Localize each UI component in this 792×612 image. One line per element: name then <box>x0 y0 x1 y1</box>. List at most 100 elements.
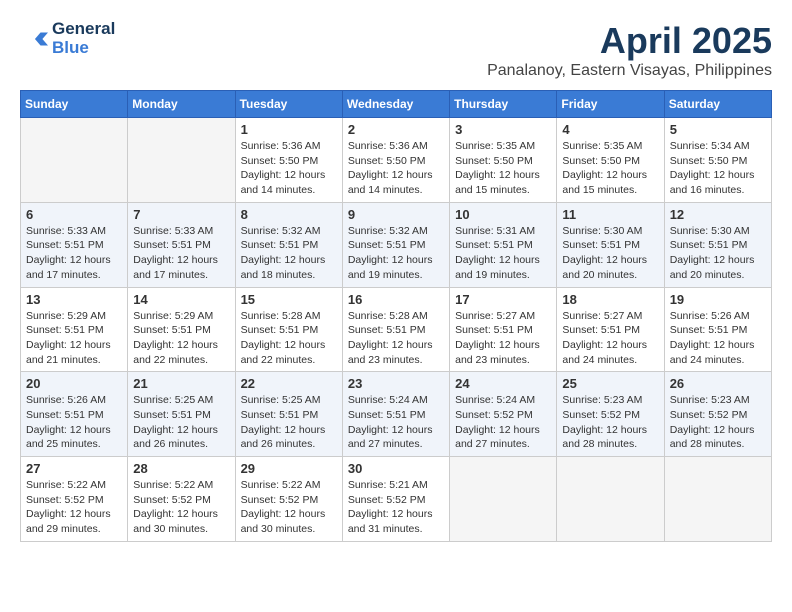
day-number: 26 <box>670 376 766 391</box>
day-info: Sunrise: 5:26 AM Sunset: 5:51 PM Dayligh… <box>670 309 766 368</box>
logo-text-blue: Blue <box>52 39 115 58</box>
calendar-cell: 15 Sunrise: 5:28 AM Sunset: 5:51 PM Dayli… <box>235 287 342 372</box>
calendar-cell: 11 Sunrise: 5:30 AM Sunset: 5:51 PM Dayli… <box>557 202 664 287</box>
day-info: Sunrise: 5:26 AM Sunset: 5:51 PM Dayligh… <box>26 393 122 452</box>
day-info: Sunrise: 5:32 AM Sunset: 5:51 PM Dayligh… <box>241 224 337 283</box>
day-number: 27 <box>26 461 122 476</box>
day-number: 6 <box>26 207 122 222</box>
day-info: Sunrise: 5:36 AM Sunset: 5:50 PM Dayligh… <box>348 139 444 198</box>
calendar-cell <box>450 457 557 542</box>
calendar-cell: 5 Sunrise: 5:34 AM Sunset: 5:50 PM Daylig… <box>664 118 771 203</box>
calendar-cell <box>128 118 235 203</box>
day-number: 1 <box>241 122 337 137</box>
calendar-cell: 3 Sunrise: 5:35 AM Sunset: 5:50 PM Daylig… <box>450 118 557 203</box>
day-info: Sunrise: 5:25 AM Sunset: 5:51 PM Dayligh… <box>133 393 229 452</box>
day-number: 10 <box>455 207 551 222</box>
calendar-cell: 28 Sunrise: 5:22 AM Sunset: 5:52 PM Dayli… <box>128 457 235 542</box>
calendar-cell: 25 Sunrise: 5:23 AM Sunset: 5:52 PM Dayli… <box>557 372 664 457</box>
logo-text-general: General <box>52 20 115 39</box>
day-number: 25 <box>562 376 658 391</box>
day-info: Sunrise: 5:28 AM Sunset: 5:51 PM Dayligh… <box>241 309 337 368</box>
day-info: Sunrise: 5:27 AM Sunset: 5:51 PM Dayligh… <box>455 309 551 368</box>
day-info: Sunrise: 5:33 AM Sunset: 5:51 PM Dayligh… <box>26 224 122 283</box>
calendar-week-row: 13 Sunrise: 5:29 AM Sunset: 5:51 PM Dayli… <box>21 287 772 372</box>
day-info: Sunrise: 5:22 AM Sunset: 5:52 PM Dayligh… <box>241 478 337 537</box>
day-number: 7 <box>133 207 229 222</box>
day-number: 18 <box>562 292 658 307</box>
day-info: Sunrise: 5:29 AM Sunset: 5:51 PM Dayligh… <box>26 309 122 368</box>
page-header: General Blue April 2025 Panalanoy, Easte… <box>20 20 772 80</box>
calendar-cell: 30 Sunrise: 5:21 AM Sunset: 5:52 PM Dayli… <box>342 457 449 542</box>
day-info: Sunrise: 5:27 AM Sunset: 5:51 PM Dayligh… <box>562 309 658 368</box>
day-number: 19 <box>670 292 766 307</box>
month-title: April 2025 <box>487 20 772 62</box>
calendar-week-row: 27 Sunrise: 5:22 AM Sunset: 5:52 PM Dayli… <box>21 457 772 542</box>
calendar-cell: 24 Sunrise: 5:24 AM Sunset: 5:52 PM Dayli… <box>450 372 557 457</box>
day-number: 2 <box>348 122 444 137</box>
calendar-cell: 17 Sunrise: 5:27 AM Sunset: 5:51 PM Dayli… <box>450 287 557 372</box>
day-number: 23 <box>348 376 444 391</box>
day-info: Sunrise: 5:21 AM Sunset: 5:52 PM Dayligh… <box>348 478 444 537</box>
location-title: Panalanoy, Eastern Visayas, Philippines <box>487 62 772 80</box>
calendar-cell: 4Sunrise: 5:35 AM Sunset: 5:50 PM Daylig… <box>557 118 664 203</box>
day-number: 29 <box>241 461 337 476</box>
calendar-cell: 21 Sunrise: 5:25 AM Sunset: 5:51 PM Dayli… <box>128 372 235 457</box>
title-block: April 2025 Panalanoy, Eastern Visayas, P… <box>487 20 772 80</box>
day-info: Sunrise: 5:36 AM Sunset: 5:50 PM Dayligh… <box>241 139 337 198</box>
weekday-header-tuesday: Tuesday <box>235 91 342 118</box>
day-info: Sunrise: 5:22 AM Sunset: 5:52 PM Dayligh… <box>133 478 229 537</box>
day-number: 15 <box>241 292 337 307</box>
day-info: Sunrise: 5:22 AM Sunset: 5:52 PM Dayligh… <box>26 478 122 537</box>
calendar-cell <box>664 457 771 542</box>
logo: General Blue <box>20 20 115 57</box>
day-info: Sunrise: 5:24 AM Sunset: 5:52 PM Dayligh… <box>455 393 551 452</box>
day-number: 13 <box>26 292 122 307</box>
calendar-cell: 19 Sunrise: 5:26 AM Sunset: 5:51 PM Dayli… <box>664 287 771 372</box>
calendar-table: SundayMondayTuesdayWednesdayThursdayFrid… <box>20 90 772 542</box>
day-number: 21 <box>133 376 229 391</box>
weekday-header-wednesday: Wednesday <box>342 91 449 118</box>
calendar-cell: 29 Sunrise: 5:22 AM Sunset: 5:52 PM Dayli… <box>235 457 342 542</box>
day-info: Sunrise: 5:23 AM Sunset: 5:52 PM Dayligh… <box>562 393 658 452</box>
day-number: 14 <box>133 292 229 307</box>
calendar-cell: 13 Sunrise: 5:29 AM Sunset: 5:51 PM Dayli… <box>21 287 128 372</box>
weekday-header-thursday: Thursday <box>450 91 557 118</box>
calendar-cell: 18 Sunrise: 5:27 AM Sunset: 5:51 PM Dayli… <box>557 287 664 372</box>
day-info: Sunrise: 5:24 AM Sunset: 5:51 PM Dayligh… <box>348 393 444 452</box>
calendar-cell: 9 Sunrise: 5:32 AM Sunset: 5:51 PM Daylig… <box>342 202 449 287</box>
day-number: 22 <box>241 376 337 391</box>
day-info: Sunrise: 5:32 AM Sunset: 5:51 PM Dayligh… <box>348 224 444 283</box>
day-info: Sunrise: 5:34 AM Sunset: 5:50 PM Dayligh… <box>670 139 766 198</box>
day-number: 3 <box>455 122 551 137</box>
day-info: Sunrise: 5:30 AM Sunset: 5:51 PM Dayligh… <box>562 224 658 283</box>
day-number: 30 <box>348 461 444 476</box>
calendar-cell: 22Sunrise: 5:25 AM Sunset: 5:51 PM Dayli… <box>235 372 342 457</box>
weekday-header-saturday: Saturday <box>664 91 771 118</box>
day-info: Sunrise: 5:35 AM Sunset: 5:50 PM Dayligh… <box>455 139 551 198</box>
calendar-cell: 6 Sunrise: 5:33 AM Sunset: 5:51 PM Daylig… <box>21 202 128 287</box>
day-number: 20 <box>26 376 122 391</box>
day-number: 24 <box>455 376 551 391</box>
calendar-cell: 8 Sunrise: 5:32 AM Sunset: 5:51 PM Daylig… <box>235 202 342 287</box>
day-number: 28 <box>133 461 229 476</box>
calendar-week-row: 6 Sunrise: 5:33 AM Sunset: 5:51 PM Daylig… <box>21 202 772 287</box>
calendar-cell: 14Sunrise: 5:29 AM Sunset: 5:51 PM Dayli… <box>128 287 235 372</box>
calendar-cell: 7 Sunrise: 5:33 AM Sunset: 5:51 PM Daylig… <box>128 202 235 287</box>
calendar-cell: 27 Sunrise: 5:22 AM Sunset: 5:52 PM Dayli… <box>21 457 128 542</box>
calendar-cell: 12Sunrise: 5:30 AM Sunset: 5:51 PM Dayli… <box>664 202 771 287</box>
day-number: 17 <box>455 292 551 307</box>
day-number: 5 <box>670 122 766 137</box>
day-number: 11 <box>562 207 658 222</box>
calendar-cell: 20 Sunrise: 5:26 AM Sunset: 5:51 PM Dayli… <box>21 372 128 457</box>
day-info: Sunrise: 5:30 AM Sunset: 5:51 PM Dayligh… <box>670 224 766 283</box>
calendar-cell: 2 Sunrise: 5:36 AM Sunset: 5:50 PM Daylig… <box>342 118 449 203</box>
calendar-cell <box>21 118 128 203</box>
calendar-cell <box>557 457 664 542</box>
weekday-header-monday: Monday <box>128 91 235 118</box>
day-info: Sunrise: 5:31 AM Sunset: 5:51 PM Dayligh… <box>455 224 551 283</box>
calendar-cell: 10 Sunrise: 5:31 AM Sunset: 5:51 PM Dayli… <box>450 202 557 287</box>
day-info: Sunrise: 5:33 AM Sunset: 5:51 PM Dayligh… <box>133 224 229 283</box>
calendar-cell: 23 Sunrise: 5:24 AM Sunset: 5:51 PM Dayli… <box>342 372 449 457</box>
day-number: 8 <box>241 207 337 222</box>
day-number: 9 <box>348 207 444 222</box>
